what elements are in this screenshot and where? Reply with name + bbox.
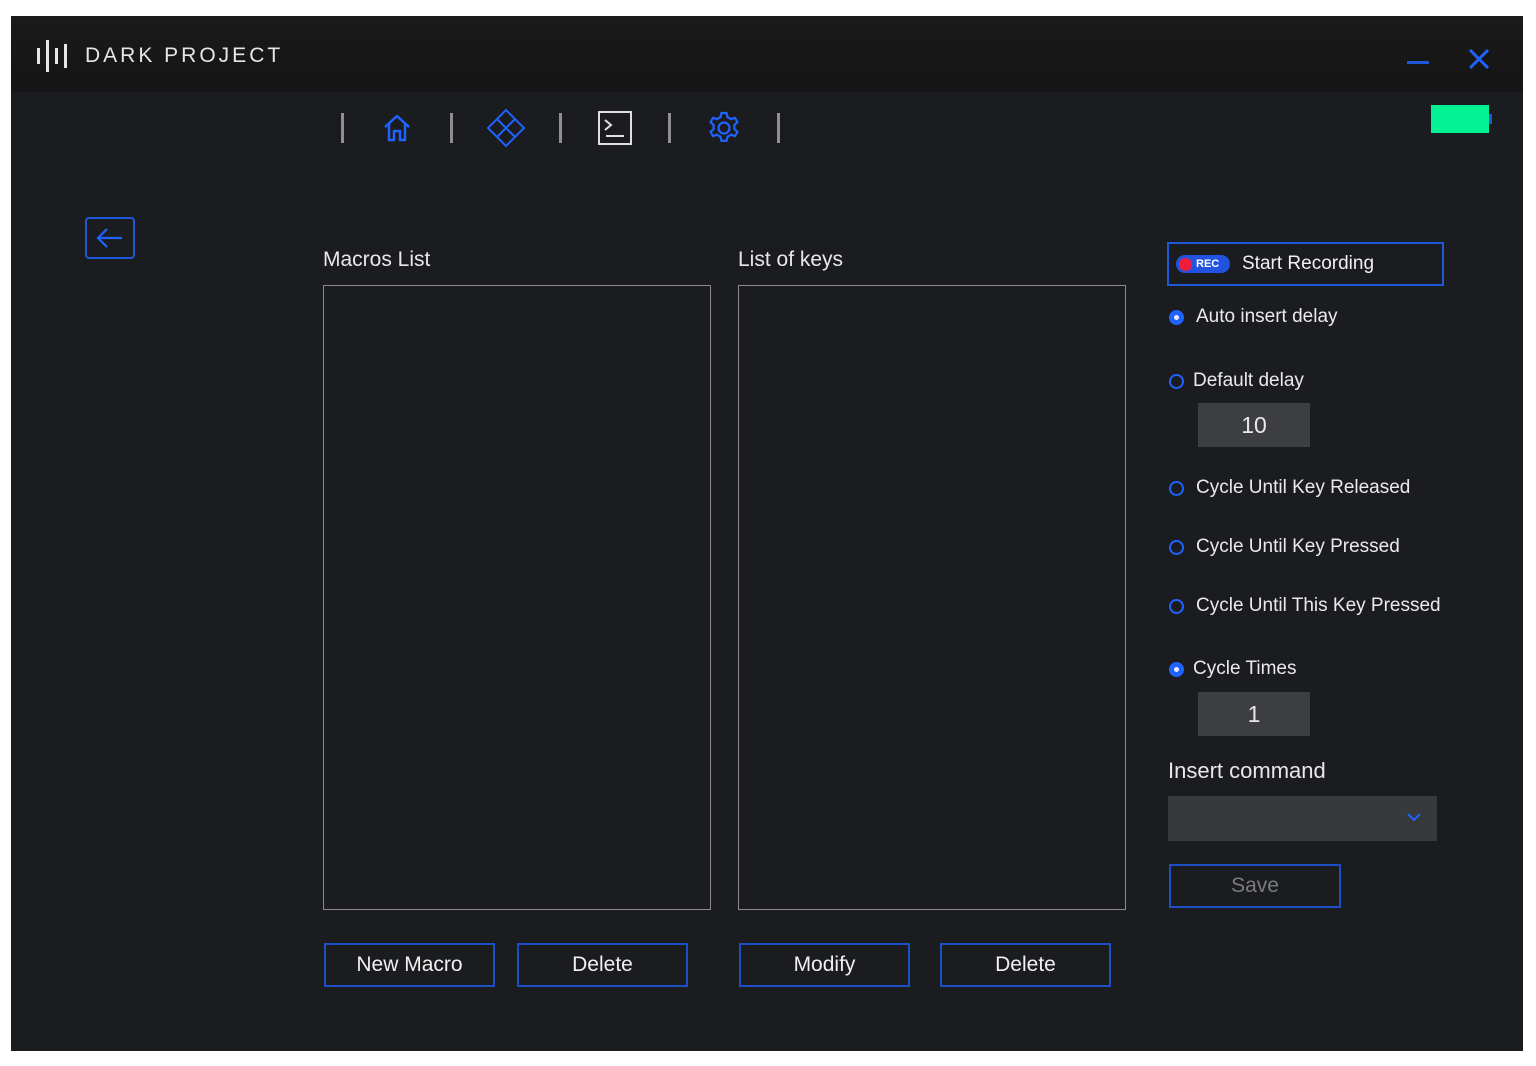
battery-indicator-icon xyxy=(1431,105,1492,133)
nav-home[interactable] xyxy=(344,108,450,148)
cycle-times-input[interactable]: 1 xyxy=(1198,692,1310,736)
cycle-times-label: Cycle Times xyxy=(1193,658,1297,679)
cycle-until-this-key-pressed-radio[interactable] xyxy=(1169,598,1184,614)
cycle-until-key-released-label: Cycle Until Key Released xyxy=(1196,477,1411,498)
insert-command-dropdown[interactable] xyxy=(1168,796,1437,841)
cycle-until-key-released-radio[interactable] xyxy=(1169,480,1184,496)
default-delay-radio[interactable] xyxy=(1169,373,1184,389)
cycle-times-option[interactable]: Cycle Times xyxy=(1169,658,1296,680)
cycle-until-this-key-pressed-option[interactable]: Cycle Until This Key Pressed xyxy=(1169,595,1441,617)
nav-settings[interactable] xyxy=(671,108,777,148)
title-bar: DARK PROJECT xyxy=(11,16,1523,92)
rec-badge-text: REC xyxy=(1196,258,1220,270)
close-icon xyxy=(1468,48,1490,70)
default-delay-input[interactable]: 10 xyxy=(1198,403,1310,447)
brand-logo: DARK PROJECT xyxy=(35,36,283,76)
app-window: DARK PROJECT Macros List List of keys Ne… xyxy=(11,16,1523,1051)
terminal-icon xyxy=(598,111,632,145)
delete-key-button[interactable]: Delete xyxy=(940,943,1111,987)
default-delay-label: Default delay xyxy=(1193,370,1304,391)
top-navigation xyxy=(341,108,780,148)
macros-list[interactable] xyxy=(323,285,711,910)
cycle-until-key-released-option[interactable]: Cycle Until Key Released xyxy=(1169,477,1410,499)
close-button[interactable] xyxy=(1464,44,1494,74)
record-dot-icon xyxy=(1179,257,1192,271)
rec-badge: REC xyxy=(1176,255,1230,273)
cycle-until-key-pressed-option[interactable]: Cycle Until Key Pressed xyxy=(1169,536,1400,558)
auto-insert-delay-label: Auto insert delay xyxy=(1196,306,1338,327)
minimize-icon xyxy=(1407,61,1429,64)
minimize-button[interactable] xyxy=(1403,44,1433,74)
start-recording-label: Start Recording xyxy=(1242,253,1375,274)
diamond-keys-icon xyxy=(486,108,526,148)
cycle-until-this-key-pressed-label: Cycle Until This Key Pressed xyxy=(1196,595,1441,616)
delete-macro-button[interactable]: Delete xyxy=(517,943,688,987)
start-recording-button[interactable]: REC Start Recording xyxy=(1167,242,1444,286)
auto-insert-delay-option[interactable]: Auto insert delay xyxy=(1169,306,1338,328)
cycle-times-radio[interactable] xyxy=(1169,661,1184,677)
gear-icon xyxy=(709,111,739,142)
new-macro-button[interactable]: New Macro xyxy=(324,943,495,987)
nav-keys[interactable] xyxy=(453,108,559,148)
brand-name: DARK PROJECT xyxy=(85,44,284,67)
arrow-left-icon xyxy=(96,228,122,248)
insert-command-label: Insert command xyxy=(1168,758,1326,783)
auto-insert-delay-radio[interactable] xyxy=(1169,309,1184,325)
macros-list-label: Macros List xyxy=(323,248,431,271)
default-delay-option[interactable]: Default delay xyxy=(1169,370,1304,392)
home-icon xyxy=(384,114,410,142)
nav-divider xyxy=(777,113,780,143)
chevron-down-icon xyxy=(1407,813,1421,822)
keys-list-label: List of keys xyxy=(738,248,844,271)
save-button[interactable]: Save xyxy=(1169,864,1341,908)
modify-key-button[interactable]: Modify xyxy=(739,943,910,987)
cycle-until-key-pressed-label: Cycle Until Key Pressed xyxy=(1196,536,1400,557)
dark-project-logo-icon xyxy=(37,40,67,72)
back-button[interactable] xyxy=(85,217,135,259)
cycle-until-key-pressed-radio[interactable] xyxy=(1169,539,1184,555)
keys-list[interactable] xyxy=(738,285,1126,910)
nav-macro[interactable] xyxy=(562,108,668,148)
